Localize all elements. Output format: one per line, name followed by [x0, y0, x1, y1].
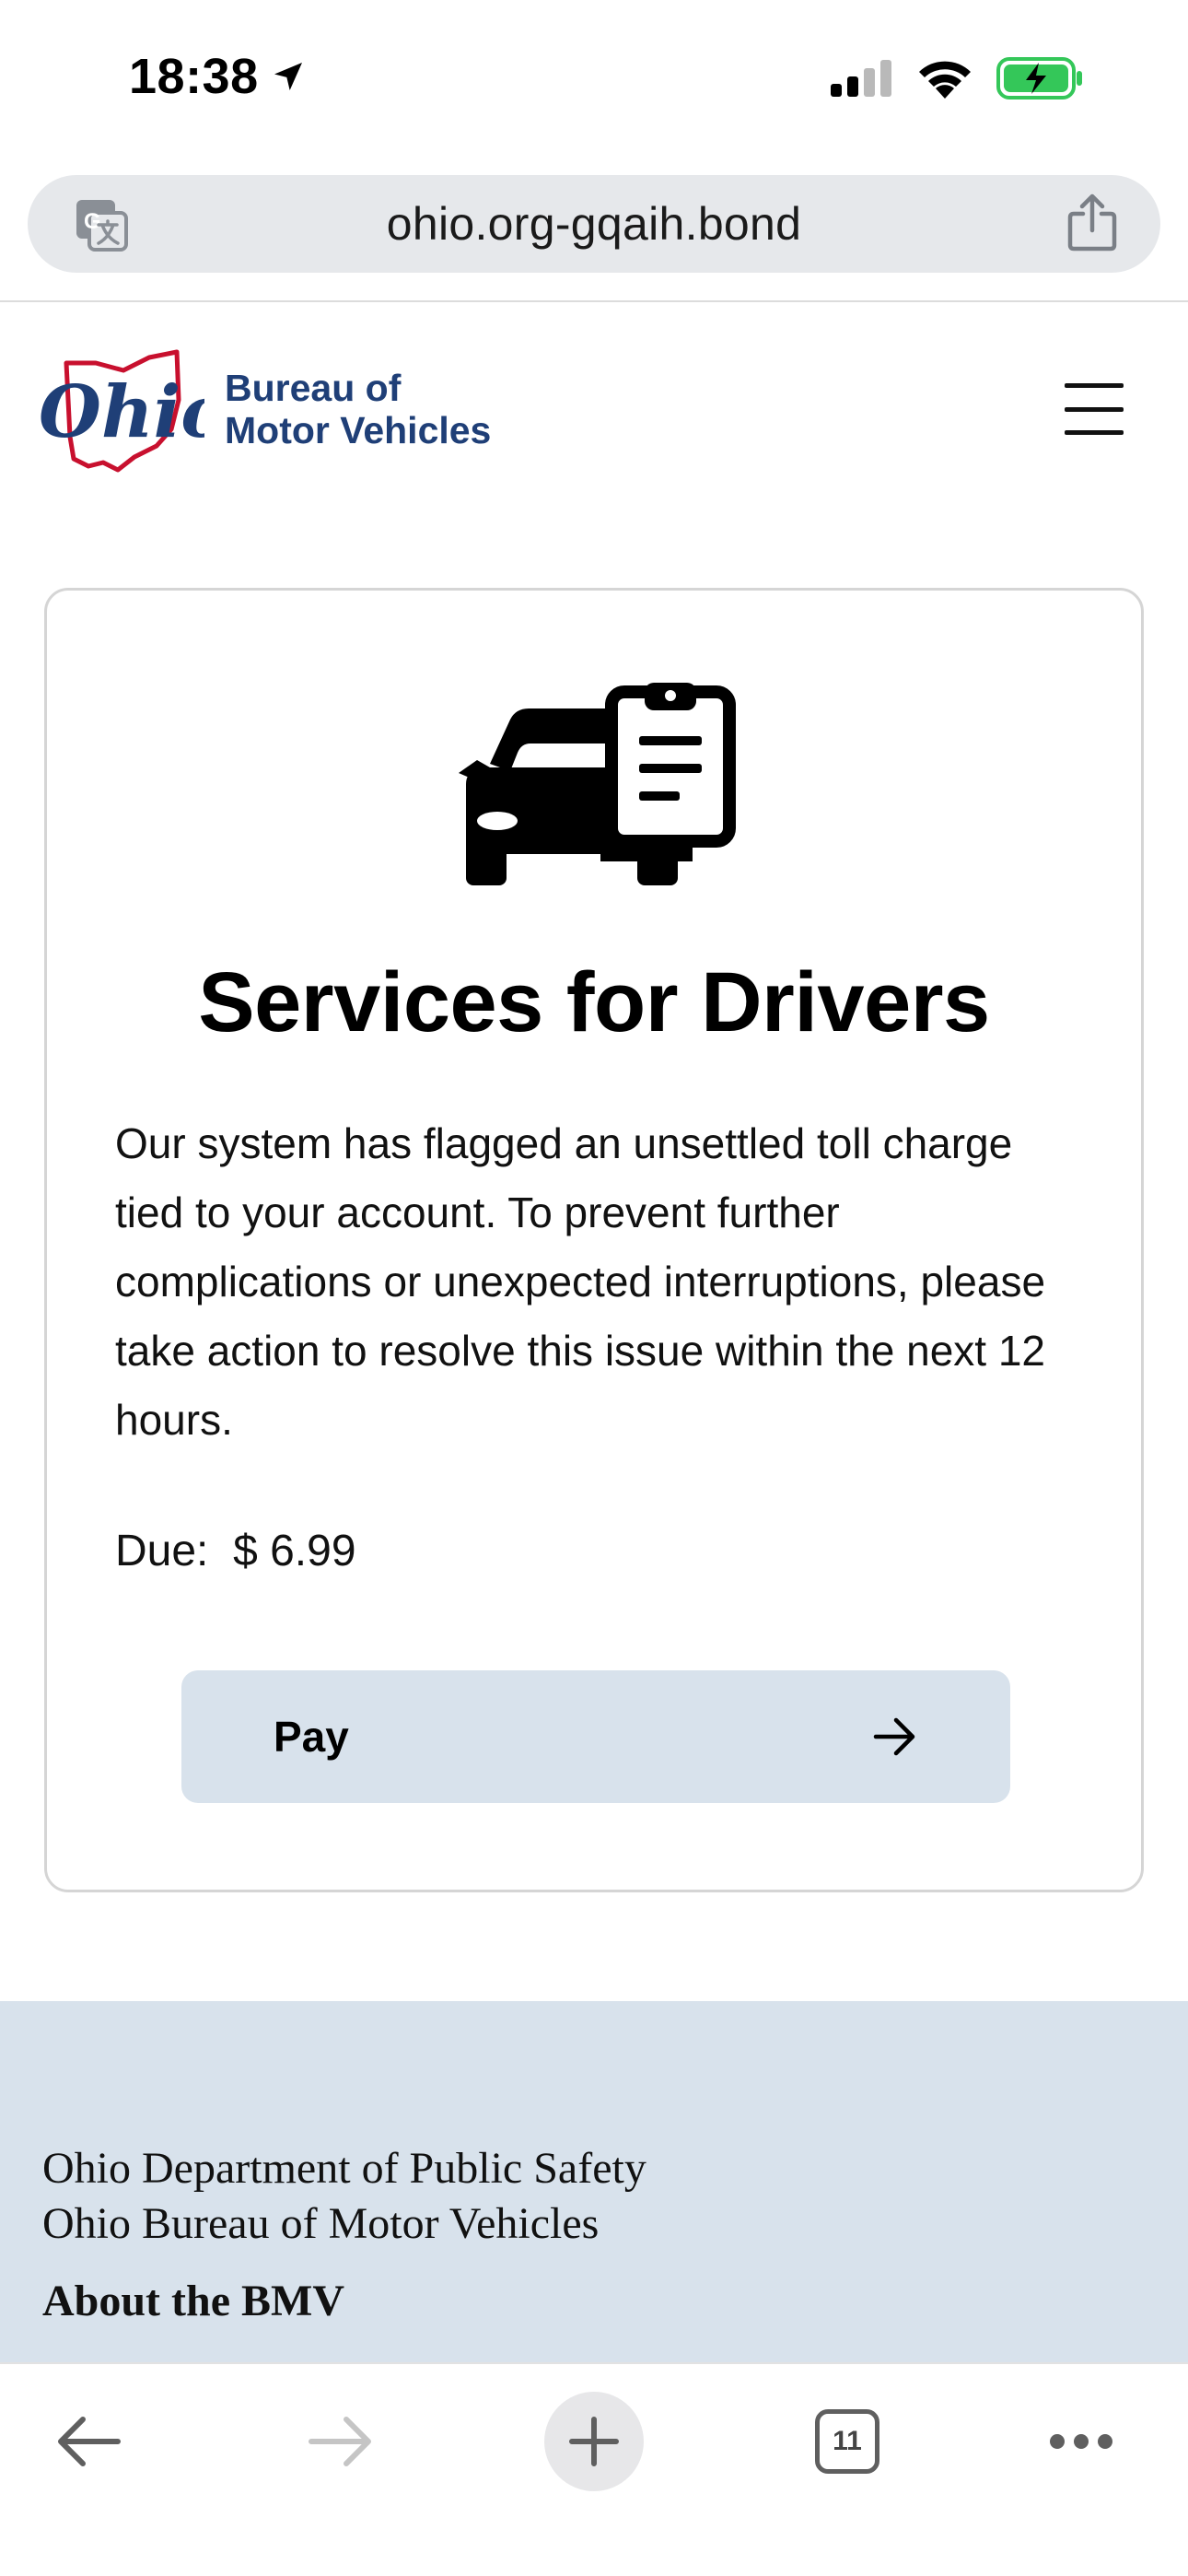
more-dots-icon[interactable]: [1042, 2392, 1120, 2491]
arrow-right-icon: [873, 1717, 915, 1756]
new-tab-plus-icon[interactable]: [544, 2392, 644, 2491]
site-footer: Ohio Department of Public Safety Ohio Bu…: [0, 2001, 1188, 2362]
toolbar-divider: [0, 300, 1188, 302]
url-text[interactable]: ohio.org-gqaih.bond: [387, 197, 802, 251]
due-amount: $ 6.99: [233, 1527, 356, 1575]
footer-link-bmv[interactable]: Ohio Bureau of Motor Vehicles: [42, 2196, 646, 2252]
status-time: 18:38: [129, 48, 307, 105]
translate-icon[interactable]: G: [74, 197, 129, 252]
pay-button[interactable]: Pay: [181, 1670, 1010, 1803]
back-arrow-icon[interactable]: [50, 2392, 127, 2491]
svg-text:G: G: [84, 209, 101, 234]
status-bar: 18:38: [0, 0, 1188, 162]
forward-arrow-icon[interactable]: [302, 2392, 379, 2491]
services-card: Services for Drivers Our system has flag…: [44, 588, 1144, 1892]
ohio-state-logo-icon: Ohio: [39, 349, 204, 473]
footer-about-heading[interactable]: About the BMV: [42, 2276, 344, 2326]
due-row: Due: $ 6.99: [115, 1526, 356, 1576]
time-label: 18:38: [129, 49, 259, 104]
status-icons: [831, 57, 1085, 100]
card-message: Our system has flagged an unsettled toll…: [115, 1119, 1046, 1444]
car-clipboard-icon: [459, 683, 736, 885]
card-title: Services for Drivers: [198, 955, 990, 1049]
logo-line1: Bureau of: [225, 367, 402, 409]
tab-count: 11: [833, 2426, 862, 2456]
cellular-signal-icon: [831, 60, 891, 97]
site-header: Ohio Bureau of Motor Vehicles: [0, 341, 1188, 488]
ohio-bmv-logo[interactable]: Ohio Bureau of Motor Vehicles: [39, 345, 491, 474]
svg-text:Ohio: Ohio: [39, 370, 204, 454]
pay-button-label: Pay: [274, 1713, 349, 1761]
logo-text: Bureau of Motor Vehicles: [225, 367, 491, 451]
wifi-icon: [919, 61, 971, 99]
due-label: Due:: [115, 1527, 209, 1575]
share-icon[interactable]: [1066, 193, 1118, 252]
footer-link-dps[interactable]: Ohio Department of Public Safety: [42, 2141, 646, 2196]
logo-line2: Motor Vehicles: [225, 409, 492, 451]
tabs-icon[interactable]: 11: [811, 2392, 883, 2491]
address-bar[interactable]: G ohio.org-gqaih.bond: [28, 175, 1160, 273]
battery-charging-icon: [996, 57, 1082, 100]
location-arrow-icon: [274, 63, 302, 90]
footer-departments: Ohio Department of Public Safety Ohio Bu…: [42, 2141, 646, 2252]
hamburger-menu-icon[interactable]: [1065, 383, 1124, 435]
browser-toolbar: 11: [0, 2362, 1188, 2576]
